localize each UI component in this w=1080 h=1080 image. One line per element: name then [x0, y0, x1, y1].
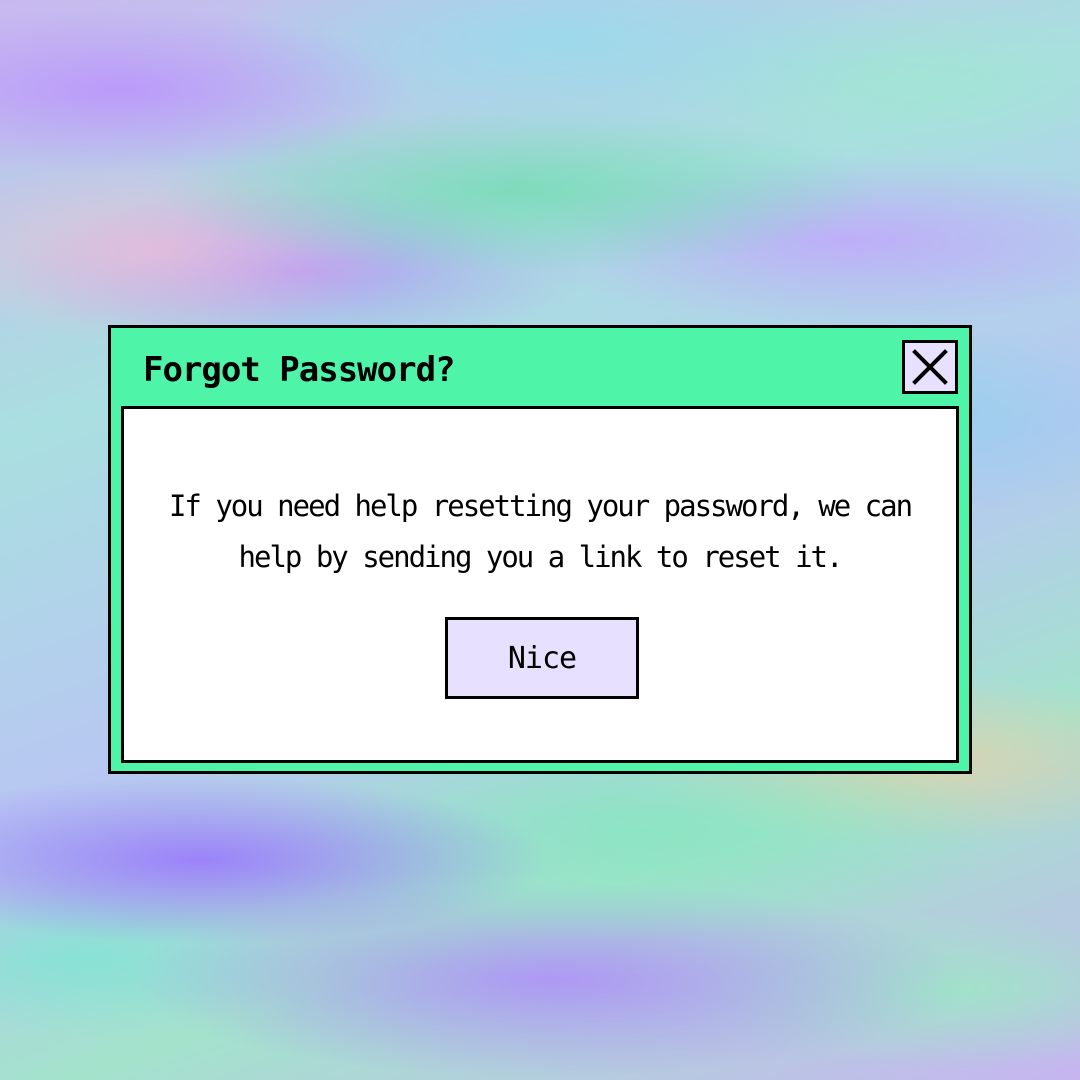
dialog-title-bar: Forgot Password?: [111, 328, 969, 406]
dialog-message: If you need help resetting your password…: [168, 489, 913, 574]
close-icon: [912, 349, 948, 385]
dialog-content: If you need help resetting your password…: [121, 406, 959, 763]
close-button[interactable]: [902, 340, 958, 394]
forgot-password-dialog: Forgot Password? If you need help resett…: [108, 325, 972, 774]
nice-button[interactable]: Nice: [445, 617, 639, 699]
dialog-title: Forgot Password?: [143, 350, 456, 390]
